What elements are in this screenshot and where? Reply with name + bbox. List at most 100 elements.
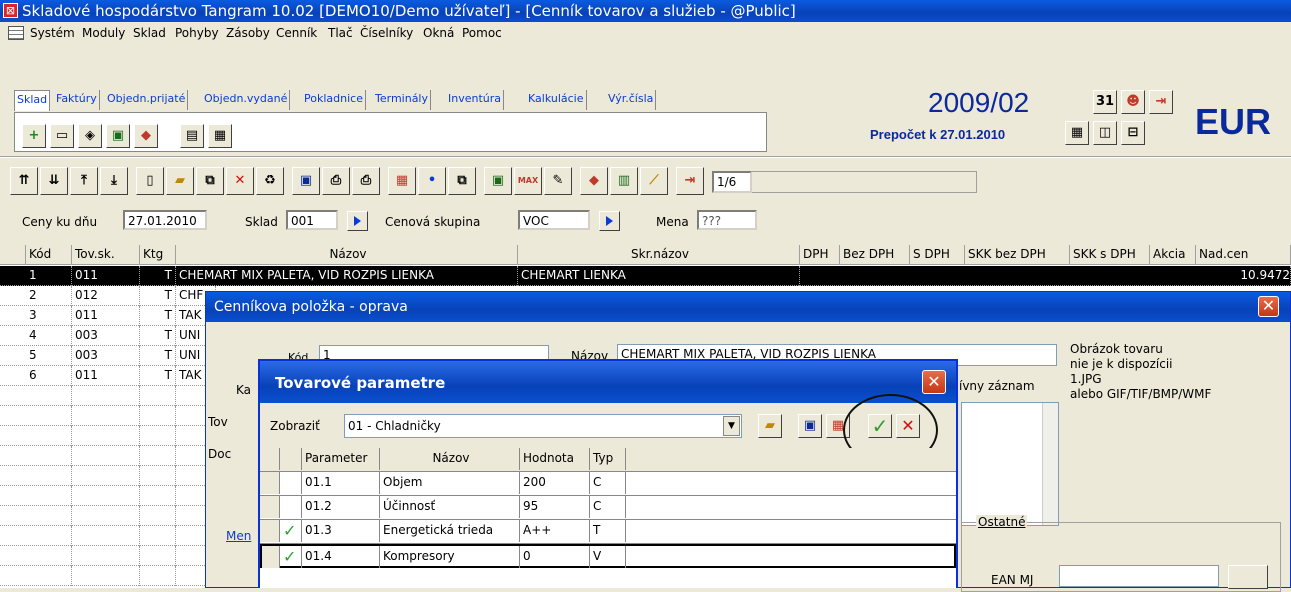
register2-icon[interactable]: ▣	[484, 167, 512, 195]
menu-system[interactable]: Systém	[30, 22, 75, 44]
trash-icon[interactable]: ♻	[256, 167, 284, 195]
grid-icon[interactable]: ▦	[208, 124, 232, 148]
monitor-icon[interactable]: ▣	[798, 414, 822, 438]
param-value[interactable]: 95	[520, 496, 590, 518]
check-icon[interactable]	[280, 472, 302, 494]
max-min-icon[interactable]: MAX	[514, 167, 542, 195]
tab-faktury[interactable]: Faktúry	[54, 90, 100, 110]
mdi-window-icon[interactable]	[8, 26, 24, 40]
close-icon[interactable]: ✕	[922, 370, 946, 394]
close-icon[interactable]: ✕	[1258, 296, 1279, 317]
first-record-icon[interactable]: ⇈	[10, 167, 38, 195]
menu-cennik[interactable]: Cenník	[276, 22, 317, 44]
col-ktg[interactable]: Ktg	[140, 245, 176, 265]
wand-icon[interactable]: ⟋	[640, 167, 668, 195]
tab-sklad[interactable]: Sklad	[14, 90, 51, 111]
table-row[interactable]: 1 011 T CHEMART MIX PALETA, VID ROZPIS L…	[0, 266, 1291, 286]
cenova-go-button[interactable]	[599, 211, 620, 231]
param-row-active[interactable]: ✓ 01.4 Kompresory 0 V	[260, 544, 956, 568]
document-icon[interactable]: ▭	[50, 124, 74, 148]
chevron-down-icon[interactable]: ▼	[723, 416, 740, 436]
col-hodnota[interactable]: Hodnota	[520, 448, 590, 470]
ean-field[interactable]	[1059, 565, 1219, 587]
col-typ[interactable]: Typ	[590, 448, 626, 470]
col-akcia[interactable]: Akcia	[1150, 245, 1196, 265]
add-icon[interactable]: +	[22, 124, 46, 148]
check-icon[interactable]: ✓	[280, 546, 302, 568]
preview-icon[interactable]: ⎙	[322, 167, 350, 195]
col-nadcen[interactable]: Nad.cen	[1196, 245, 1291, 265]
param-value[interactable]: 200	[520, 472, 590, 494]
exit-icon[interactable]: ⇥	[1149, 90, 1173, 114]
dot-icon[interactable]: •	[418, 167, 446, 195]
mena-field[interactable]: ???	[697, 210, 757, 230]
gift-icon[interactable]: ▥	[610, 167, 638, 195]
menu-pohyby[interactable]: Pohyby	[175, 22, 219, 44]
tab-terminaly[interactable]: Terminály	[373, 90, 431, 110]
rows-icon[interactable]: ⊟	[1121, 121, 1145, 145]
user-icon[interactable]: ☻	[1121, 90, 1145, 114]
monitor-icon[interactable]: ▣	[292, 167, 320, 195]
columns-icon[interactable]: ◫	[1093, 121, 1117, 145]
sklad-go-button[interactable]	[347, 211, 368, 231]
tab-inventura[interactable]: Inventúra	[446, 90, 505, 110]
menu-ciselniky[interactable]: Číselníky	[360, 22, 413, 44]
calendar-icon[interactable]: 31	[1093, 90, 1117, 114]
col-skk-bez[interactable]: SKK bez DPH	[965, 245, 1070, 265]
tab-objedn-prijate[interactable]: Objedn.prijaté	[105, 90, 189, 110]
check-icon[interactable]	[280, 496, 302, 518]
tab-pokladnice[interactable]: Pokladnice	[302, 90, 366, 110]
new-document-icon[interactable]: ▯	[136, 167, 164, 195]
menu-moduly[interactable]: Moduly	[82, 22, 125, 44]
copy-icon[interactable]: ⧉	[196, 167, 224, 195]
table-icon[interactable]: ▦	[388, 167, 416, 195]
menu-tlac[interactable]: Tlač	[328, 22, 353, 44]
param-row[interactable]: ✓ 01.3 Energetická trieda A++ T	[260, 520, 956, 544]
tab-kalkulacie[interactable]: Kalkulácie	[526, 90, 587, 110]
delete-icon[interactable]: ✕	[226, 167, 254, 195]
boxes-icon[interactable]: ◆	[134, 124, 158, 148]
menu-sklad[interactable]: Sklad	[133, 22, 166, 44]
pages-icon[interactable]: ⧉	[448, 167, 476, 195]
page-up-icon[interactable]: ⤒	[70, 167, 98, 195]
col-skr[interactable]: Skr.názov	[518, 245, 800, 265]
cenova-field[interactable]: VOC	[518, 210, 590, 230]
col-kod[interactable]: Kód	[26, 245, 72, 265]
param-row[interactable]: 01.2 Účinnosť 95 C	[260, 496, 956, 520]
boxes2-icon[interactable]: ◆	[580, 167, 608, 195]
col-tovsk[interactable]: Tov.sk.	[72, 245, 140, 265]
ean-button[interactable]	[1228, 565, 1268, 589]
param-value-editing[interactable]: 0	[520, 546, 590, 568]
check-icon[interactable]: ✓	[280, 520, 302, 542]
menu-okna[interactable]: Okná	[423, 22, 454, 44]
page-down-icon[interactable]: ⤓	[100, 167, 128, 195]
print-icon[interactable]: ⎙	[352, 167, 380, 195]
package-icon[interactable]: ◈	[78, 124, 102, 148]
exit2-icon[interactable]: ⇥	[676, 167, 704, 195]
param-value[interactable]: A++	[520, 520, 590, 542]
col-sdph[interactable]: S DPH	[910, 245, 965, 265]
open-folder-icon[interactable]: ▰	[758, 414, 782, 438]
param-row[interactable]: 01.1 Objem 200 C	[260, 472, 956, 496]
sklad-field[interactable]: 001	[286, 210, 338, 230]
col-dph[interactable]: DPH	[800, 245, 840, 265]
tab-objedn-vydane[interactable]: Objedn.vydané	[202, 90, 291, 110]
scrollbar[interactable]	[1042, 403, 1058, 525]
last-record-icon[interactable]: ⇊	[40, 167, 68, 195]
tab-vyr-cisla[interactable]: Výr.čísla	[606, 90, 657, 110]
menu-zasoby[interactable]: Zásoby	[226, 22, 270, 44]
note-textarea[interactable]	[961, 402, 1059, 526]
col-nazov[interactable]: Názov	[176, 245, 518, 265]
zobrazit-select[interactable]: 01 - Chladničky ▼	[344, 414, 742, 438]
ceny-date-field[interactable]: 27.01.2010	[123, 210, 207, 230]
col-bezdph[interactable]: Bez DPH	[840, 245, 910, 265]
window-icon[interactable]: ▤	[180, 124, 204, 148]
col-parameter[interactable]: Parameter	[302, 448, 380, 470]
col-nazov[interactable]: Názov	[380, 448, 520, 470]
menu-pomoc[interactable]: Pomoc	[462, 22, 502, 44]
col-skk-s[interactable]: SKK s DPH	[1070, 245, 1150, 265]
edit-icon[interactable]: ✎	[544, 167, 572, 195]
open-folder-icon[interactable]: ▰	[166, 167, 194, 195]
register-icon[interactable]: ▣	[106, 124, 130, 148]
tile-icon[interactable]: ▦	[1065, 121, 1089, 145]
